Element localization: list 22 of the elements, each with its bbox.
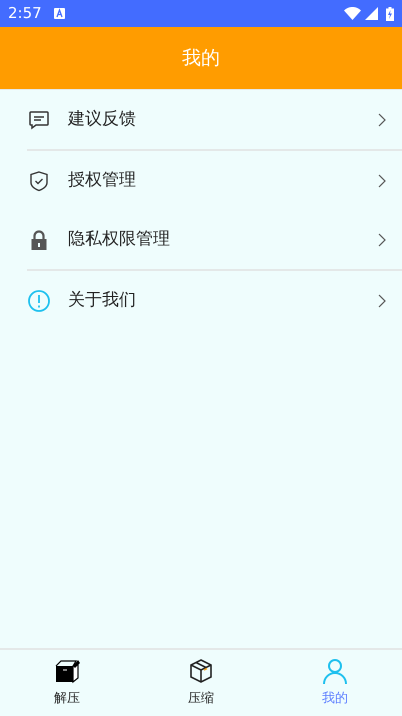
notification-icon (54, 8, 65, 19)
box-icon (187, 657, 215, 686)
exclamation-circle-icon (27, 288, 51, 312)
nav-tab[interactable]: 解压 (0, 650, 134, 716)
chevron-right-icon (378, 294, 386, 308)
person-icon (321, 657, 349, 686)
wifi-icon (344, 7, 361, 20)
chevron-right-icon (378, 174, 386, 188)
chevron-right-icon (378, 232, 386, 246)
menu-item[interactable]: 授权管理 (0, 151, 402, 210)
page-title: 我的 (182, 46, 220, 71)
chevron-right-icon (378, 112, 386, 126)
nav-tab[interactable]: 我的 (268, 650, 402, 716)
menu-item[interactable]: 关于我们 (0, 271, 402, 330)
clock: 2:57 (8, 3, 42, 24)
shield-check-icon (28, 170, 50, 192)
battery-icon (386, 6, 394, 20)
nav-tab[interactable]: 压缩 (134, 650, 268, 716)
signal-icon (365, 7, 378, 20)
menu-item[interactable]: 隐私权限管理 (0, 210, 402, 269)
menu-item[interactable]: 建议反馈 (0, 90, 402, 149)
message-icon (28, 108, 50, 130)
